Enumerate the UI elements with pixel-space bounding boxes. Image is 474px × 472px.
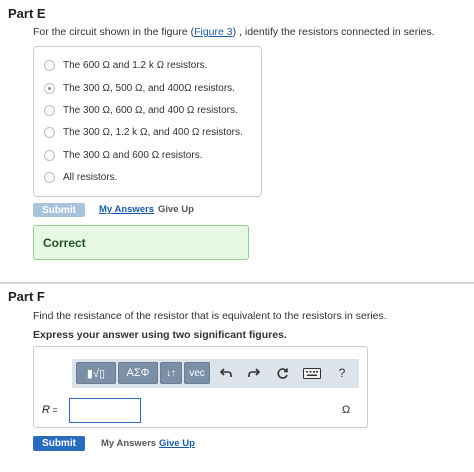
part-e-my-answers-link[interactable]: My Answers <box>99 204 154 215</box>
reset-icon[interactable] <box>272 362 292 384</box>
equals-sign: = <box>49 405 58 415</box>
choice-label: The 600 Ω and 1.2 k Ω resistors. <box>63 59 208 71</box>
subscript-superscript-button[interactable]: ↓↑ <box>160 362 182 384</box>
choice-item[interactable]: The 300 Ω, 600 Ω, and 400 Ω resistors. <box>44 101 238 119</box>
part-e-question: For the circuit shown in the figure (Fig… <box>33 26 435 38</box>
radio-button[interactable] <box>44 126 55 138</box>
choice-item[interactable]: The 300 Ω and 600 Ω resistors. <box>44 146 202 164</box>
radio-button[interactable] <box>44 59 55 71</box>
redo-icon[interactable] <box>244 362 264 384</box>
choice-item[interactable]: All resistors. <box>44 168 117 186</box>
choice-label: All resistors. <box>63 171 118 183</box>
choice-label: The 300 Ω and 600 Ω resistors. <box>63 149 203 161</box>
keyboard-icon[interactable] <box>300 362 324 384</box>
choice-label: The 300 Ω, 1.2 k Ω, and 400 Ω resistors. <box>63 126 243 138</box>
choice-item[interactable]: The 300 Ω, 1.2 k Ω, and 400 Ω resistors. <box>44 123 243 141</box>
question-text-after: ) , identify the resistors connected in … <box>232 26 435 38</box>
math-toolbar: ▮√▯ ΑΣΦ ↓↑ vec ? <box>72 359 359 388</box>
answer-input[interactable] <box>69 398 141 423</box>
part-e-give-up-link[interactable]: Give Up <box>158 204 194 215</box>
choice-label: The 300 Ω, 600 Ω, and 400 Ω resistors. <box>63 104 238 116</box>
vector-button[interactable]: vec <box>184 362 210 384</box>
choices-box: The 600 Ω and 1.2 k Ω resistors. The 300… <box>33 46 262 197</box>
part-f-give-up-link[interactable]: Give Up <box>159 438 195 449</box>
part-f-my-answers-link[interactable]: My Answers <box>101 438 156 449</box>
unit-label: Ω <box>342 404 351 416</box>
section-divider <box>0 282 474 284</box>
part-f-instruction: Express your answer using two significan… <box>33 329 287 341</box>
part-e-title: Part E <box>8 6 46 21</box>
radio-button[interactable] <box>44 104 55 116</box>
part-f-submit-button[interactable]: Submit <box>33 436 85 451</box>
variable-label: R = <box>42 404 58 416</box>
variable-name: R <box>42 404 50 416</box>
radio-button-selected[interactable] <box>44 82 55 94</box>
radio-button[interactable] <box>44 171 55 183</box>
part-f-question: Find the resistance of the resistor that… <box>33 310 387 322</box>
figure-link[interactable]: Figure 3 <box>194 26 233 38</box>
help-icon[interactable]: ? <box>332 362 352 384</box>
choice-item[interactable]: The 300 Ω, 500 Ω, and 400Ω resistors. <box>44 79 235 97</box>
greek-symbols-button[interactable]: ΑΣΦ <box>118 362 158 384</box>
choice-label: The 300 Ω, 500 Ω, and 400Ω resistors. <box>63 82 235 94</box>
radio-button[interactable] <box>44 149 55 161</box>
choice-item[interactable]: The 600 Ω and 1.2 k Ω resistors. <box>44 56 207 74</box>
question-text-before: For the circuit shown in the figure ( <box>33 26 195 38</box>
undo-icon[interactable] <box>216 362 236 384</box>
templates-button[interactable]: ▮√▯ <box>76 362 116 384</box>
part-e-submit-button[interactable]: Submit <box>33 203 85 217</box>
correct-feedback: Correct <box>33 225 249 260</box>
part-f-title: Part F <box>8 289 45 304</box>
